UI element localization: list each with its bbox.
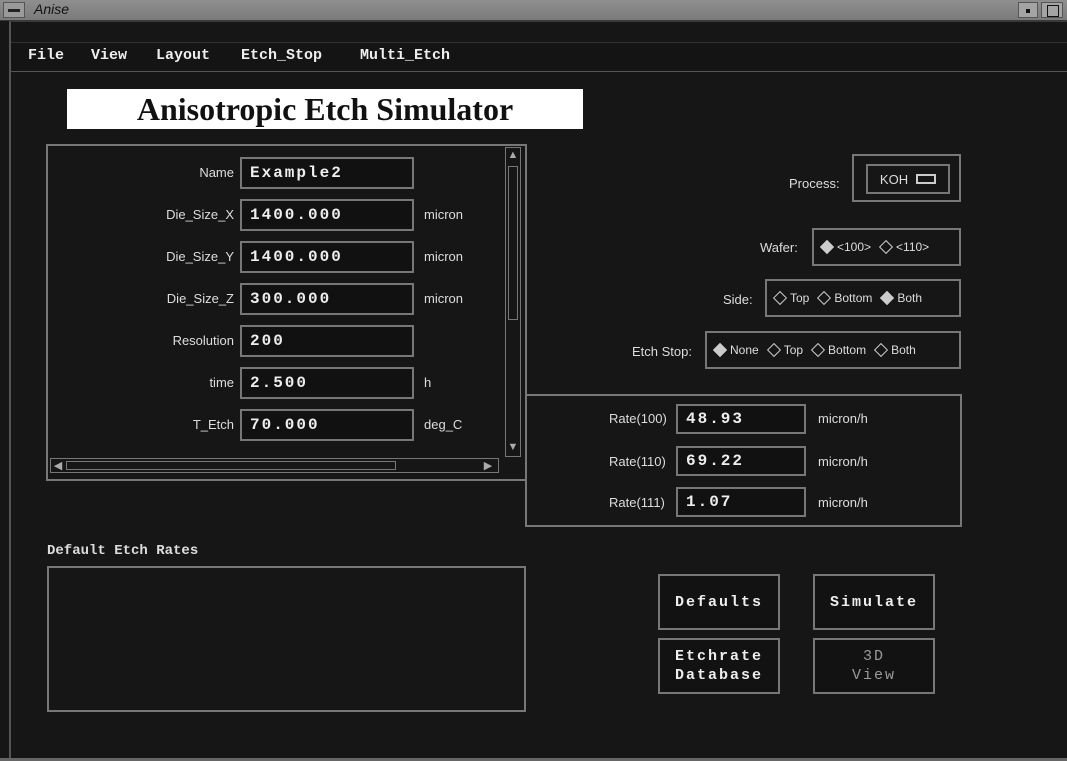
param-label-name: Name <box>199 165 234 180</box>
horizontal-scroll-thumb[interactable] <box>66 461 396 470</box>
param-label-resolution: Resolution <box>172 333 234 348</box>
option-menu-icon <box>916 174 937 184</box>
etch-stop-option-both[interactable]: Both <box>872 342 916 358</box>
die-size-y-field[interactable]: 1400.000 <box>240 241 414 273</box>
etch-stop-option-top[interactable]: Top <box>765 342 803 358</box>
die-size-y-unit: micron <box>424 249 464 264</box>
scroll-right-icon[interactable]: ▶ <box>482 460 494 472</box>
rate-100-label: Rate(100) <box>609 411 667 426</box>
radio-icon <box>766 342 781 358</box>
radio-icon <box>772 290 788 306</box>
rate-110-label: Rate(110) <box>609 454 666 469</box>
die-size-z-field[interactable]: 300.000 <box>240 283 414 315</box>
rate-111-field[interactable]: 1.07 <box>676 487 806 517</box>
menu-layout[interactable]: Layout <box>156 47 210 64</box>
side-option-bottom[interactable]: Bottom <box>815 290 872 306</box>
etchrate-database-button[interactable]: Etchrate Database <box>658 638 780 694</box>
etch-stop-radio-group: None Top Bottom Both <box>705 331 961 369</box>
t-etch-unit: deg_C <box>424 417 463 432</box>
t-etch-field[interactable]: 70.000 <box>240 409 414 441</box>
rate-110-field[interactable]: 69.22 <box>676 446 806 476</box>
defaults-button[interactable]: Defaults <box>658 574 780 630</box>
side-radio-group: Top Bottom Both <box>765 279 961 317</box>
wafer-option-100[interactable]: <100> <box>818 239 871 255</box>
menu-multi-etch[interactable]: Multi_Etch <box>360 47 450 64</box>
time-field[interactable]: 2.500 <box>240 367 414 399</box>
default-etch-rates-box[interactable] <box>47 566 526 712</box>
radio-icon <box>810 342 826 358</box>
param-label-die-size-z: Die_Size_Z <box>166 291 234 306</box>
radio-selected-icon <box>819 239 835 255</box>
rate-100-field[interactable]: 48.93 <box>676 404 806 434</box>
scroll-down-icon[interactable]: ▼ <box>507 441 519 453</box>
radio-icon <box>817 290 832 306</box>
app-title: Anisotropic Etch Simulator <box>67 89 583 129</box>
side-option-both[interactable]: Both <box>878 290 922 306</box>
side-label: Side: <box>723 292 753 307</box>
process-value: KOH <box>879 171 909 187</box>
menu-etch-stop[interactable]: Etch_Stop <box>241 47 322 64</box>
etch-stop-label: Etch Stop: <box>632 344 692 359</box>
maximize-icon[interactable] <box>1041 2 1063 18</box>
param-label-die-size-x: Die_Size_X <box>166 207 234 222</box>
scroll-left-icon[interactable]: ◀ <box>52 460 64 472</box>
radio-selected-icon <box>712 342 728 358</box>
die-size-x-field[interactable]: 1400.000 <box>240 199 414 231</box>
rate-100-unit: micron/h <box>818 411 868 426</box>
side-option-top[interactable]: Top <box>771 290 809 306</box>
die-size-x-unit: micron <box>424 207 464 222</box>
radio-icon <box>873 342 889 358</box>
radio-selected-icon <box>880 290 895 306</box>
process-select[interactable]: KOH <box>866 164 950 194</box>
name-field[interactable]: Example2 <box>240 157 414 189</box>
rate-110-unit: micron/h <box>818 454 868 469</box>
menu-file[interactable]: File <box>28 47 64 64</box>
etch-stop-option-bottom[interactable]: Bottom <box>809 342 866 358</box>
wafer-label: Wafer: <box>760 240 798 255</box>
rate-111-label: Rate(111) <box>609 495 665 510</box>
wafer-radio-group: <100> <110> <box>812 228 961 266</box>
window-title: Anise <box>34 1 70 17</box>
die-size-z-unit: micron <box>424 291 464 306</box>
radio-icon <box>878 239 894 255</box>
3d-view-button[interactable]: 3D View <box>813 638 935 694</box>
minimize-icon[interactable] <box>1018 2 1038 18</box>
process-label: Process: <box>789 176 840 191</box>
scroll-up-icon[interactable]: ▲ <box>507 149 519 161</box>
window-menu-icon[interactable] <box>3 2 25 18</box>
etch-stop-option-none[interactable]: None <box>711 342 759 358</box>
default-etch-rates-title: Default Etch Rates <box>47 543 199 559</box>
param-label-t-etch: T_Etch <box>192 417 234 432</box>
resolution-field[interactable]: 200 <box>240 325 414 357</box>
param-label-die-size-y: Die_Size_Y <box>166 249 234 264</box>
window-titlebar <box>0 0 1067 21</box>
time-unit: h <box>424 375 432 390</box>
menu-view[interactable]: View <box>91 47 127 64</box>
simulate-button[interactable]: Simulate <box>813 574 935 630</box>
wafer-option-110[interactable]: <110> <box>877 239 929 255</box>
param-label-time: time <box>209 375 234 390</box>
vertical-scroll-thumb[interactable] <box>508 166 518 320</box>
rate-111-unit: micron/h <box>818 495 868 510</box>
